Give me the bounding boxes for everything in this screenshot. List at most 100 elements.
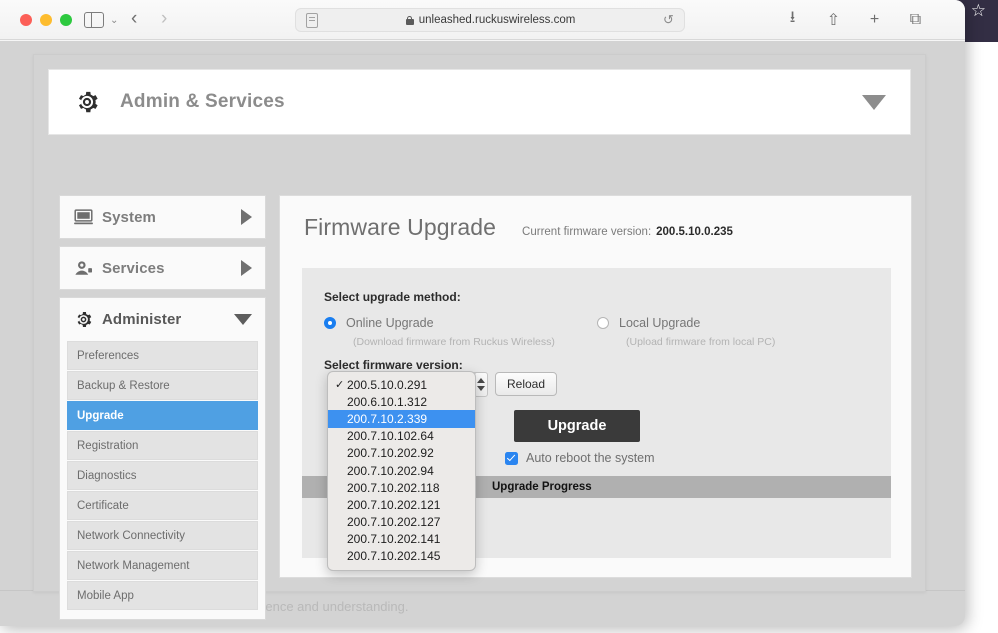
monitor-icon [73, 208, 93, 226]
sidebar-item-mobile-app[interactable]: Mobile App [67, 581, 258, 610]
sidebar-item-upgrade[interactable]: Upgrade [67, 401, 258, 430]
forward-button[interactable]: › [161, 9, 167, 29]
dropdown-option-label: 200.7.10.202.94 [347, 464, 434, 478]
sidebar-item-diagnostics[interactable]: Diagnostics [67, 461, 258, 490]
dropdown-option-label: 200.7.10.102.64 [347, 429, 434, 443]
dropdown-option[interactable]: 200.7.10.202.121 [328, 496, 475, 513]
address-bar[interactable]: unleashed.ruckuswireless.com ↻ [295, 8, 685, 32]
dropdown-option[interactable]: 200.7.10.202.127 [328, 514, 475, 531]
sidebar-item-label: Preferences [77, 350, 139, 362]
header-collapse-caret-icon[interactable] [862, 95, 886, 110]
dropdown-option[interactable]: 200.7.10.202.118 [328, 479, 475, 496]
sidebar-group-services-header[interactable]: Services [60, 247, 265, 289]
dropdown-option[interactable]: 200.7.10.202.141 [328, 531, 475, 548]
back-button[interactable]: ‹ [131, 9, 137, 29]
toolbar-right-icons: ⭳ ⇧ + ⧉ [783, 10, 925, 29]
sidebar-item-label: Backup & Restore [77, 380, 170, 392]
auto-reboot-label: Auto reboot the system [526, 451, 655, 465]
dropdown-option-label: 200.7.10.2.339 [347, 412, 427, 426]
sidebar-item-label: Upgrade [77, 410, 124, 422]
caret-right-icon[interactable] [241, 209, 252, 225]
sidebar-item-backup-restore[interactable]: Backup & Restore [67, 371, 258, 400]
sidebar-group-system[interactable]: System [59, 195, 266, 239]
star-icon: ☆ [971, 2, 986, 19]
sidebar-group-system-header[interactable]: System [60, 196, 265, 238]
page-viewport: Thank you again for your patience and un… [0, 41, 965, 626]
sidebar-item-network-connectivity[interactable]: Network Connectivity [67, 521, 258, 550]
browser-toolbar: ⌄ ‹ › unleashed.ruckuswireless.com ↻ ⭳ ⇧… [0, 0, 965, 40]
url-text: unleashed.ruckuswireless.com [419, 14, 576, 26]
sidebar-group-services[interactable]: Services [59, 246, 266, 290]
downloads-icon[interactable]: ⭳ [783, 10, 802, 29]
auto-reboot-option[interactable]: Auto reboot the system [505, 451, 655, 465]
share-icon[interactable]: ⇧ [824, 10, 843, 29]
sidebar-item-label: Mobile App [77, 590, 134, 602]
reload-page-icon[interactable]: ↻ [663, 12, 674, 28]
dropdown-option[interactable]: ✓ 200.5.10.0.291 [328, 376, 475, 393]
app-shell: Admin & Services [33, 54, 926, 592]
sidebar-menu-chevron-icon[interactable]: ⌄ [110, 11, 118, 31]
dropdown-option[interactable]: 200.7.10.202.94 [328, 462, 475, 479]
content-title: Firmware Upgrade [304, 214, 496, 241]
page-title: Admin & Services [120, 91, 285, 113]
firmware-version-dropdown[interactable]: ✓ 200.5.10.0.291 200.6.10.1.312 200.7.10 [327, 371, 476, 571]
sidebar-toggle-icon [84, 12, 104, 28]
dropdown-option-highlighted[interactable]: 200.7.10.2.339 [328, 410, 475, 427]
gear-icon [73, 88, 101, 116]
sidebar-toggle-button[interactable] [84, 11, 104, 29]
services-icon [73, 259, 93, 277]
dropdown-option-label: 200.6.10.1.312 [347, 395, 427, 409]
dropdown-option-label: 200.7.10.202.145 [347, 549, 440, 563]
sidebar-group-administer-header[interactable]: Administer [60, 298, 265, 340]
maximize-window-button[interactable] [60, 14, 72, 26]
stepper-up-icon[interactable] [477, 378, 485, 383]
stepper-down-icon[interactable] [477, 386, 485, 391]
sidebar-item-registration[interactable]: Registration [67, 431, 258, 460]
dropdown-option-label: 200.5.10.0.291 [347, 378, 427, 392]
sidebar-group-label: Administer [102, 311, 181, 328]
caret-down-icon[interactable] [234, 314, 252, 325]
browser-window: ⌄ ‹ › unleashed.ruckuswireless.com ↻ ⭳ ⇧… [0, 0, 965, 626]
content-header: Firmware Upgrade Current firmware versio… [280, 196, 911, 241]
dropdown-option[interactable]: 200.7.10.102.64 [328, 428, 475, 445]
dropdown-option-label: 200.7.10.202.127 [347, 515, 440, 529]
lock-icon [406, 16, 414, 25]
reader-view-icon[interactable] [306, 13, 318, 28]
app-header: Admin & Services [48, 69, 911, 135]
dropdown-option-label: 200.7.10.202.141 [347, 532, 440, 546]
upgrade-button[interactable]: Upgrade [514, 410, 640, 442]
dropdown-option[interactable]: 200.7.10.202.92 [328, 445, 475, 462]
minimize-window-button[interactable] [40, 14, 52, 26]
new-tab-icon[interactable]: + [865, 10, 884, 29]
window-controls [20, 14, 72, 26]
sidebar: System [59, 195, 266, 626]
close-window-button[interactable] [20, 14, 32, 26]
sidebar-item-label: Network Connectivity [77, 530, 185, 542]
dropdown-option-label: 200.7.10.202.118 [347, 481, 440, 495]
sidebar-item-label: Registration [77, 440, 138, 452]
dropdown-option-label: 200.7.10.202.121 [347, 498, 440, 512]
column-header-upgrade-progress: Upgrade Progress [492, 481, 652, 493]
sidebar-item-label: Diagnostics [77, 470, 136, 482]
caret-right-icon[interactable] [241, 260, 252, 276]
sidebar-group-label: Services [102, 260, 165, 277]
dropdown-option[interactable]: 200.7.10.202.145 [328, 548, 475, 565]
address-bar-content: unleashed.ruckuswireless.com [318, 14, 663, 26]
content-panel: Firmware Upgrade Current firmware versio… [279, 195, 912, 578]
reload-button[interactable]: Reload [495, 372, 557, 396]
check-icon: ✓ [335, 378, 347, 391]
sidebar-item-certificate[interactable]: Certificate [67, 491, 258, 520]
current-version-value: 200.5.10.0.235 [656, 226, 733, 238]
firmware-version-stepper[interactable] [474, 372, 488, 397]
tab-overview-icon[interactable]: ⧉ [906, 10, 925, 29]
sidebar-item-preferences[interactable]: Preferences [67, 341, 258, 370]
sidebar-item-network-management[interactable]: Network Management [67, 551, 258, 580]
sidebar-sublist: Preferences Backup & Restore Upgrade Reg… [60, 341, 265, 619]
sidebar-item-label: Network Management [77, 560, 190, 572]
sidebar-item-label: Certificate [77, 500, 129, 512]
dropdown-option[interactable]: 200.6.10.1.312 [328, 393, 475, 410]
auto-reboot-checkbox[interactable] [505, 452, 518, 465]
gear-icon [73, 310, 93, 328]
upgrade-form: Select upgrade method: Online Upgrade (D… [302, 268, 891, 558]
screenshot-root: ☆ ⌄ ‹ › unleashed.ruckuswire [0, 0, 998, 633]
